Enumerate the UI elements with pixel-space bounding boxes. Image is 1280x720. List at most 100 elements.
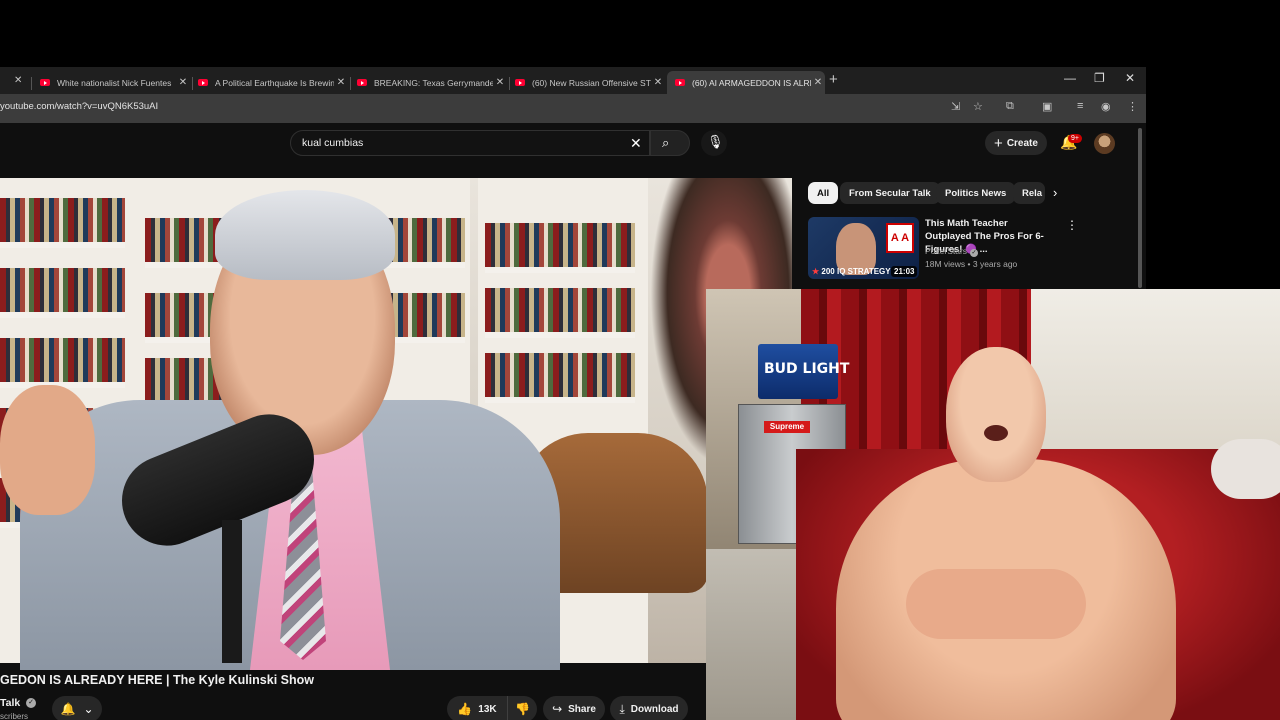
tab-title: A Political Earthquake Is Brewin xyxy=(215,77,334,88)
like-count: 13K xyxy=(478,703,497,715)
like-button[interactable]: 👍 13K xyxy=(447,696,507,720)
dislike-button[interactable]: 👎 xyxy=(507,696,537,720)
book-row xyxy=(0,268,125,318)
chip-from-secular-talk[interactable]: From Secular Talk xyxy=(840,182,940,204)
video-duration: 21:03 xyxy=(891,266,918,277)
tab-close-icon[interactable]: ✕ xyxy=(334,77,348,88)
thumbs-up-icon: 👍 xyxy=(457,702,473,716)
subscription-bell-button[interactable]: 🔔 ⌄ xyxy=(52,696,102,720)
menu-icon[interactable]: ⋮ xyxy=(1127,100,1138,113)
recommendation-channel[interactable]: PokerStars ✓ xyxy=(925,246,979,257)
streamer-mouth xyxy=(984,425,1008,441)
youtube-favicon-icon xyxy=(40,79,50,86)
top-black-margin xyxy=(0,0,1280,67)
youtube-favicon-icon xyxy=(675,79,685,86)
tab-title: (60) New Russian Offensive STU xyxy=(532,77,651,88)
right-black-margin xyxy=(1146,67,1280,289)
tab-russian-offensive[interactable]: (60) New Russian Offensive STU ✕ xyxy=(515,71,665,94)
download-label: Download xyxy=(630,703,679,715)
tab-title: BREAKING: Texas Gerrymander xyxy=(374,77,493,88)
minimize-icon[interactable]: — xyxy=(1064,71,1076,85)
account-avatar[interactable] xyxy=(1094,133,1115,154)
tab-separator xyxy=(350,77,351,90)
microphone-icon[interactable]: 🎙 xyxy=(707,134,724,150)
create-button[interactable]: + Create xyxy=(985,131,1047,155)
streamer-face xyxy=(946,347,1046,482)
share-icon: ↪ xyxy=(552,702,563,716)
address-bar: youtube.com/watch?v=uvQN6K53uAI ⇲ ☆ ⧉ ▣ … xyxy=(0,94,1146,123)
thumbnail-playing-cards: A A xyxy=(886,223,914,253)
browser-tab-strip: ✕ White nationalist Nick Fuentes ✕ A Pol… xyxy=(0,67,1146,94)
microphone-stand xyxy=(222,520,242,663)
page-scrollbar[interactable] xyxy=(1138,128,1142,288)
tab-close-icon[interactable]: ✕ xyxy=(14,75,22,86)
bedroom-wall xyxy=(1026,289,1280,459)
media-control-icon[interactable]: ≡ xyxy=(1077,100,1083,112)
book-row xyxy=(485,223,635,273)
verified-badge-icon: ✓ xyxy=(26,698,36,708)
fridge-sticker: Supreme xyxy=(764,421,810,433)
new-tab-button[interactable]: + xyxy=(829,71,838,88)
chip-related[interactable]: Rela xyxy=(1013,182,1045,204)
clear-search-icon[interactable]: ✕ xyxy=(630,135,642,152)
tab-close-icon[interactable]: ✕ xyxy=(176,77,190,88)
star-icon[interactable]: ☆ xyxy=(973,100,983,113)
tab-separator xyxy=(192,77,193,90)
chip-politics-news[interactable]: Politics News xyxy=(936,182,1016,204)
install-app-icon[interactable]: ⇲ xyxy=(951,100,960,113)
tab-texas-gerrymander[interactable]: BREAKING: Texas Gerrymander ✕ xyxy=(357,71,507,94)
window-close-icon[interactable]: ✕ xyxy=(1125,71,1135,85)
tab-separator xyxy=(31,77,32,90)
tab-close-icon[interactable]: ✕ xyxy=(651,77,665,88)
url-field[interactable]: youtube.com/watch?v=uvQN6K53uAI xyxy=(0,101,158,112)
book-row xyxy=(485,353,635,403)
host-hair xyxy=(215,190,395,280)
subscriber-count: scribers xyxy=(0,712,29,720)
more-actions-icon[interactable]: ⋮ xyxy=(1066,218,1078,232)
download-icon: ⤓ xyxy=(619,701,625,716)
upload-age: 3 years ago xyxy=(972,259,1018,269)
tab-title: White nationalist Nick Fuentes xyxy=(57,77,172,88)
chevron-right-icon[interactable]: › xyxy=(1053,185,1057,200)
youtube-favicon-icon xyxy=(515,79,525,86)
verified-badge-icon: ✓ xyxy=(970,249,979,257)
restore-icon[interactable]: ❐ xyxy=(1094,71,1105,85)
extensions-icon[interactable]: ⧉ xyxy=(1006,100,1014,113)
pillow xyxy=(1211,439,1280,499)
host-thumbs-up-hand xyxy=(0,385,95,515)
book-row xyxy=(485,288,635,338)
chip-all[interactable]: All xyxy=(808,182,839,204)
chevron-down-icon: ⌄ xyxy=(83,702,94,716)
search-icon[interactable]: ⌕ xyxy=(662,135,669,151)
plus-icon: + xyxy=(994,134,1003,152)
tab-separator xyxy=(509,77,510,90)
view-count: 18M views xyxy=(925,259,966,269)
download-button[interactable]: ⤓ Download xyxy=(610,696,688,720)
search-button[interactable] xyxy=(650,130,690,156)
thumbnail-caption: 200 IQ STRATEGY xyxy=(812,267,890,276)
tab-close-icon[interactable]: ✕ xyxy=(493,77,507,88)
tab-nick-fuentes[interactable]: White nationalist Nick Fuentes ✕ xyxy=(40,71,190,94)
profile-icon[interactable]: ◉ xyxy=(1101,100,1111,113)
meta-separator: • xyxy=(965,259,973,269)
video-title: GEDON IS ALREADY HERE | The Kyle Kulinsk… xyxy=(0,673,314,687)
create-label: Create xyxy=(1006,137,1038,149)
tab-ai-armageddon[interactable]: (60) AI ARMAGEDDON IS ALRE ✕ xyxy=(667,71,825,94)
search-query[interactable]: kual cumbias xyxy=(302,137,363,149)
bell-icon: 🔔 xyxy=(60,702,76,716)
youtube-favicon-icon xyxy=(357,79,367,86)
tab-title: (60) AI ARMAGEDDON IS ALRE xyxy=(692,77,811,88)
thumbs-down-icon: 👎 xyxy=(515,702,530,716)
youtube-favicon-icon xyxy=(198,79,208,86)
tab-close-icon[interactable]: ✕ xyxy=(811,77,825,88)
share-label: Share xyxy=(568,703,596,715)
webcam-overlay: BUD LIGHT Supreme xyxy=(706,289,1280,720)
sidepanel-icon[interactable]: ▣ xyxy=(1042,100,1052,113)
tab-political-earthquake[interactable]: A Political Earthquake Is Brewin ✕ xyxy=(198,71,348,94)
book-row xyxy=(0,198,125,248)
book-row xyxy=(0,338,125,388)
notification-badge: 9+ xyxy=(1068,134,1082,143)
channel-name[interactable]: Talk xyxy=(0,697,20,709)
recommendation-meta: 18M views • 3 years ago xyxy=(925,259,1017,269)
share-button[interactable]: ↪ Share xyxy=(543,696,605,720)
